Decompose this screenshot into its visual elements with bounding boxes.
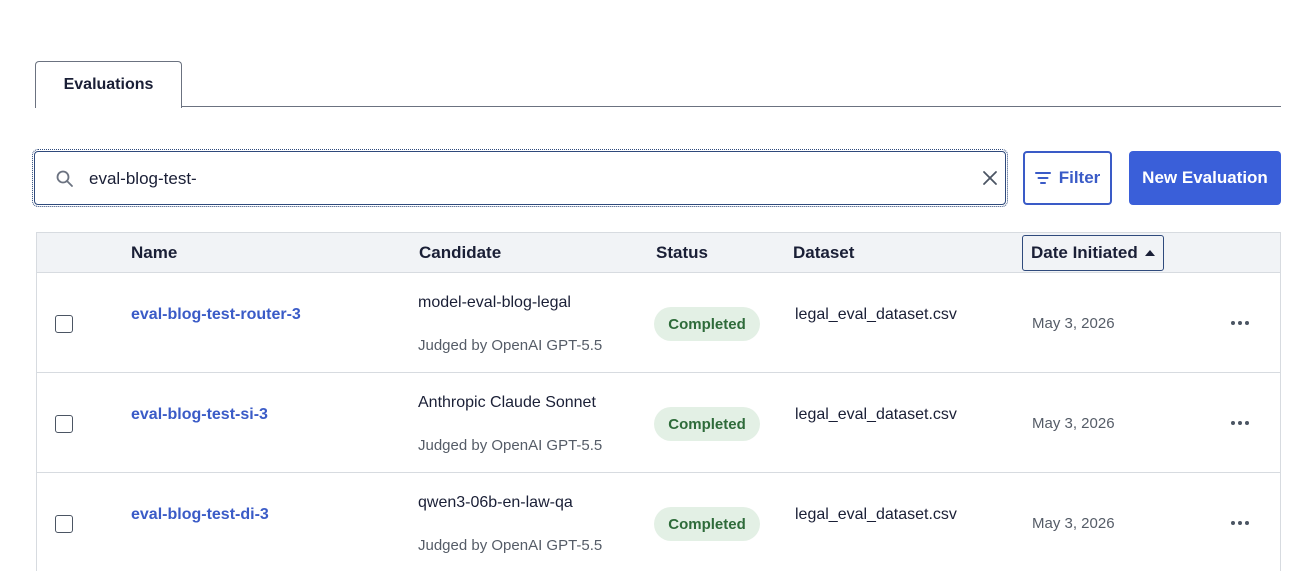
- date-initiated: May 3, 2026: [1032, 315, 1115, 332]
- table-row: eval-blog-test-si-3 Anthropic Claude Son…: [37, 373, 1280, 473]
- dataset-name: legal_eval_dataset.csv: [795, 406, 957, 423]
- column-header-candidate[interactable]: Candidate: [419, 233, 501, 273]
- row-checkbox[interactable]: [55, 415, 73, 433]
- evaluation-name-link[interactable]: eval-blog-test-si-3: [131, 406, 268, 424]
- tab-evaluations[interactable]: Evaluations: [35, 61, 182, 108]
- search-icon: [56, 170, 73, 187]
- status-badge: Completed: [654, 307, 760, 341]
- dataset-name: legal_eval_dataset.csv: [795, 506, 957, 523]
- dataset-name: legal_eval_dataset.csv: [795, 306, 957, 323]
- candidate-name: Anthropic Claude Sonnet: [418, 394, 596, 411]
- table-header: Name Candidate Status Dataset Date Initi…: [37, 233, 1280, 273]
- date-initiated-label: Date Initiated: [1031, 243, 1138, 262]
- more-horizontal-icon[interactable]: [1229, 413, 1251, 433]
- more-horizontal-icon[interactable]: [1229, 313, 1251, 333]
- row-checkbox[interactable]: [55, 515, 73, 533]
- filter-icon: [1034, 172, 1051, 184]
- sort-ascending-icon: [1144, 250, 1155, 256]
- search-input[interactable]: [89, 164, 929, 194]
- table-row: eval-blog-test-router-3 model-eval-blog-…: [37, 273, 1280, 373]
- more-horizontal-icon[interactable]: [1229, 513, 1251, 533]
- evaluation-name-link[interactable]: eval-blog-test-router-3: [131, 306, 301, 324]
- judge-label: Judged by OpenAI GPT-5.5: [418, 437, 603, 454]
- candidate-name: qwen3-06b-en-law-qa: [418, 494, 573, 511]
- column-header-name[interactable]: Name: [131, 233, 177, 273]
- judge-label: Judged by OpenAI GPT-5.5: [418, 537, 603, 554]
- close-icon[interactable]: [979, 167, 1001, 189]
- date-initiated: May 3, 2026: [1032, 515, 1115, 532]
- column-header-status[interactable]: Status: [656, 233, 708, 273]
- filter-button[interactable]: Filter: [1023, 151, 1112, 205]
- row-checkbox[interactable]: [55, 315, 73, 333]
- table-row: eval-blog-test-di-3 qwen3-06b-en-law-qa …: [37, 473, 1280, 571]
- new-evaluation-button[interactable]: New Evaluation: [1129, 151, 1281, 205]
- filter-label: Filter: [1058, 168, 1101, 187]
- evaluations-table: Name Candidate Status Dataset Date Initi…: [36, 232, 1281, 571]
- judge-label: Judged by OpenAI GPT-5.5: [418, 337, 603, 354]
- status-badge: Completed: [654, 507, 760, 541]
- column-header-date-initiated[interactable]: Date Initiated: [1022, 235, 1164, 271]
- date-initiated: May 3, 2026: [1032, 415, 1115, 432]
- evaluation-name-link[interactable]: eval-blog-test-di-3: [131, 506, 269, 524]
- tab-bar: Evaluations: [35, 61, 1281, 108]
- candidate-name: model-eval-blog-legal: [418, 294, 571, 311]
- column-header-dataset[interactable]: Dataset: [793, 233, 854, 273]
- status-badge: Completed: [654, 407, 760, 441]
- search-box[interactable]: [32, 149, 1008, 207]
